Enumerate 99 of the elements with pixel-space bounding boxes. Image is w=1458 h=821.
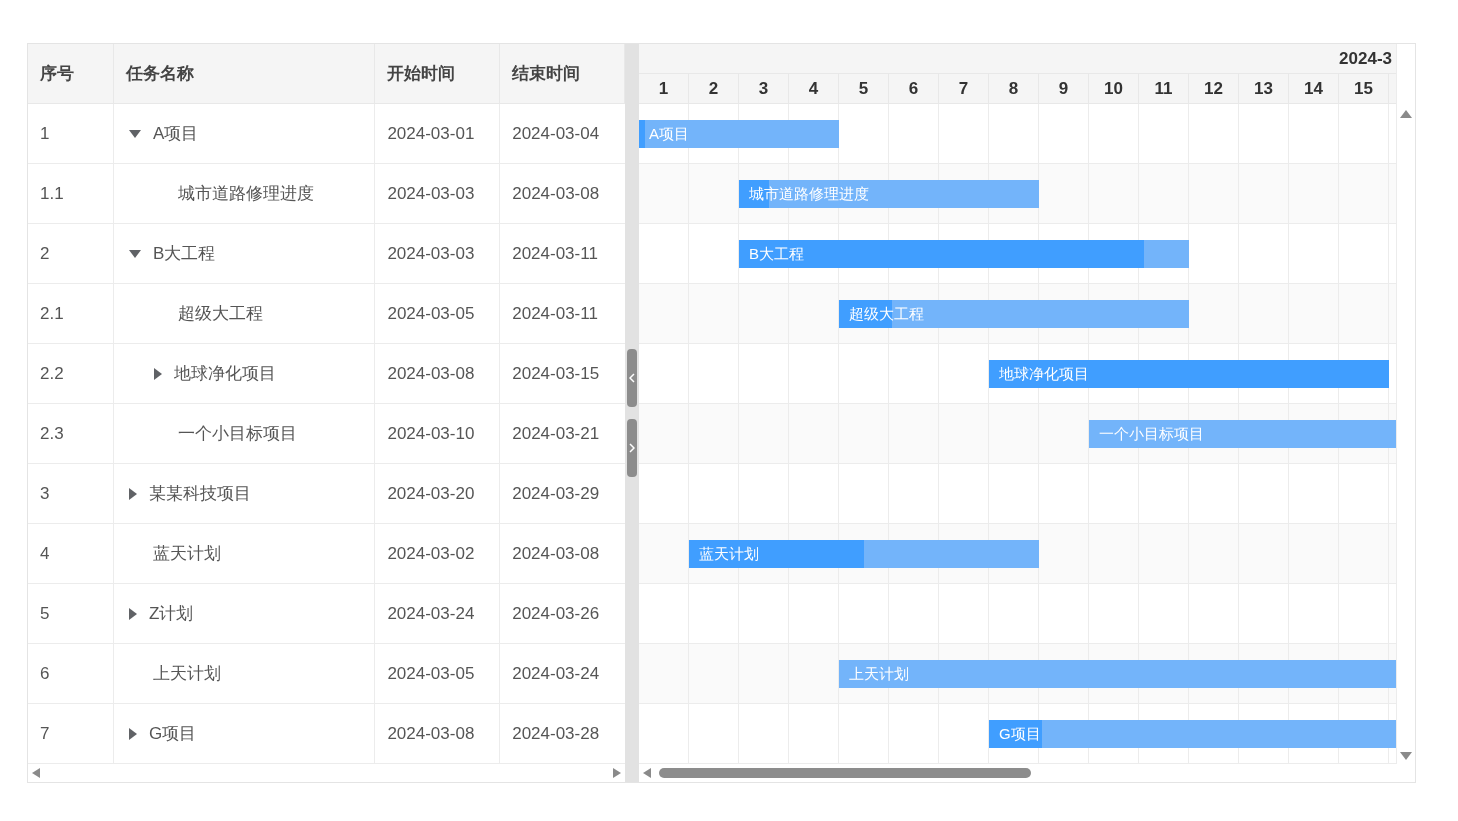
day-label: 4: [808, 77, 819, 100]
collapse-caret-icon[interactable]: [128, 129, 141, 138]
task-bar[interactable]: 上天计划: [839, 660, 1396, 688]
task-bar[interactable]: A项目: [639, 120, 839, 148]
table-cell: 2.3: [28, 404, 114, 463]
column-header: 序号: [28, 44, 114, 103]
day-label: 12: [1204, 77, 1223, 100]
task-bar[interactable]: 蓝天计划: [689, 540, 1039, 568]
table-cell-text: 2024-03-08: [511, 182, 601, 205]
table-cell: 2024-03-03: [375, 164, 501, 223]
scroll-left-icon[interactable]: [32, 768, 40, 778]
bar-label: 超级大工程: [849, 303, 924, 324]
task-name: 一个小目标项目: [177, 422, 297, 445]
table-cell-text: 2024-03-28: [511, 722, 601, 745]
table-cell: 1.1: [28, 164, 114, 223]
task-bar[interactable]: 一个小目标项目: [1089, 420, 1396, 448]
expand-caret-icon[interactable]: [128, 607, 137, 620]
task-name: 地球净化项目: [173, 362, 276, 385]
table-cell: 2024-03-24: [375, 584, 501, 643]
column-header: 任务名称: [113, 44, 376, 103]
chevron-right-icon: [629, 443, 635, 453]
table-cell: 2024-03-10: [375, 404, 501, 463]
task-name: 蓝天计划: [152, 542, 221, 565]
task-bar[interactable]: 超级大工程: [839, 300, 1189, 328]
collapse-left-handle[interactable]: [627, 349, 637, 407]
task-bar[interactable]: G项目: [989, 720, 1396, 748]
month-label: 2024-3: [1339, 47, 1392, 70]
expand-caret-icon[interactable]: [153, 367, 162, 380]
table-cell-text: 2024-03-11: [511, 302, 599, 325]
chevron-left-icon: [629, 373, 635, 383]
task-name: G项目: [148, 722, 197, 745]
task-name: 超级大工程: [177, 302, 263, 325]
scrollbar-thumb[interactable]: [659, 768, 1031, 778]
expand-caret-icon[interactable]: [128, 487, 137, 500]
day-label: 11: [1154, 77, 1173, 100]
vertical-scrollbar[interactable]: [1396, 44, 1415, 764]
expand-right-handle[interactable]: [627, 419, 637, 477]
table-cell: 2.1: [28, 284, 114, 343]
table-cell: 2024-03-08: [375, 704, 501, 763]
column-header: 开始时间: [375, 44, 501, 103]
table-cell-text: 2024-03-11: [511, 242, 599, 265]
day-label: 6: [908, 77, 919, 100]
bar-label: 地球净化项目: [999, 363, 1089, 384]
table-cell: 2: [28, 224, 114, 283]
table-cell: 1: [28, 104, 114, 163]
task-name: B大工程: [152, 242, 216, 265]
bar-label: G项目: [999, 723, 1041, 744]
day-label: 5: [858, 77, 869, 100]
bar-label: 城市道路修理进度: [749, 183, 869, 204]
day-label: 15: [1354, 77, 1373, 100]
day-label: 1: [658, 77, 669, 100]
task-bar[interactable]: 城市道路修理进度: [739, 180, 1039, 208]
table-cell-text: 2024-03-24: [511, 662, 601, 685]
table-cell: 2024-03-05: [375, 644, 501, 703]
table-cell-text: 2024-03-04: [511, 122, 601, 145]
table-cell: 2024-03-02: [375, 524, 501, 583]
collapse-caret-icon[interactable]: [128, 249, 141, 258]
bar-label: 蓝天计划: [699, 543, 759, 564]
table-cell: 2024-03-08: [375, 344, 501, 403]
table-cell: 2.2: [28, 344, 114, 403]
task-name: 某某科技项目: [148, 482, 251, 505]
table-cell: 6: [28, 644, 114, 703]
day-label: 8: [1008, 77, 1019, 100]
table-cell: 3: [28, 464, 114, 523]
bar-label: B大工程: [749, 243, 804, 264]
scroll-right-icon[interactable]: [613, 768, 621, 778]
day-label: 14: [1304, 77, 1323, 100]
table-cell: 4: [28, 524, 114, 583]
task-name: 上天计划: [152, 662, 221, 685]
table-cell: 2024-03-20: [375, 464, 501, 523]
table-cell: 2024-03-05: [375, 284, 501, 343]
day-label: 9: [1058, 77, 1069, 100]
day-label: 7: [958, 77, 969, 100]
scroll-down-icon[interactable]: [1400, 752, 1412, 760]
task-name: 城市道路修理进度: [177, 182, 314, 205]
table-cell: 2024-03-03: [375, 224, 501, 283]
scroll-left-icon[interactable]: [643, 768, 651, 778]
bar-label: 上天计划: [849, 663, 909, 684]
day-label: 3: [758, 77, 769, 100]
table-cell-text: 2024-03-21: [511, 422, 601, 445]
splitter-bar[interactable]: [625, 44, 639, 782]
table-cell: 5: [28, 584, 114, 643]
task-bar[interactable]: 地球净化项目: [989, 360, 1389, 388]
day-label: 2: [708, 77, 719, 100]
table-cell: 2024-03-01: [375, 104, 501, 163]
table-cell-text: 2024-03-29: [511, 482, 601, 505]
table-cell-text: 2024-03-26: [511, 602, 601, 625]
day-label: 10: [1104, 77, 1123, 100]
expand-caret-icon[interactable]: [128, 727, 137, 740]
scroll-up-icon[interactable]: [1400, 110, 1412, 118]
task-name: Z计划: [148, 602, 194, 625]
day-label: 13: [1254, 77, 1273, 100]
task-name: A项目: [152, 122, 199, 145]
task-bar[interactable]: B大工程: [739, 240, 1189, 268]
bar-label: A项目: [649, 123, 689, 144]
table-cell-text: 2024-03-08: [511, 542, 601, 565]
bar-label: 一个小目标项目: [1099, 423, 1204, 444]
table-cell-text: 2024-03-15: [511, 362, 601, 385]
table-cell: 7: [28, 704, 114, 763]
